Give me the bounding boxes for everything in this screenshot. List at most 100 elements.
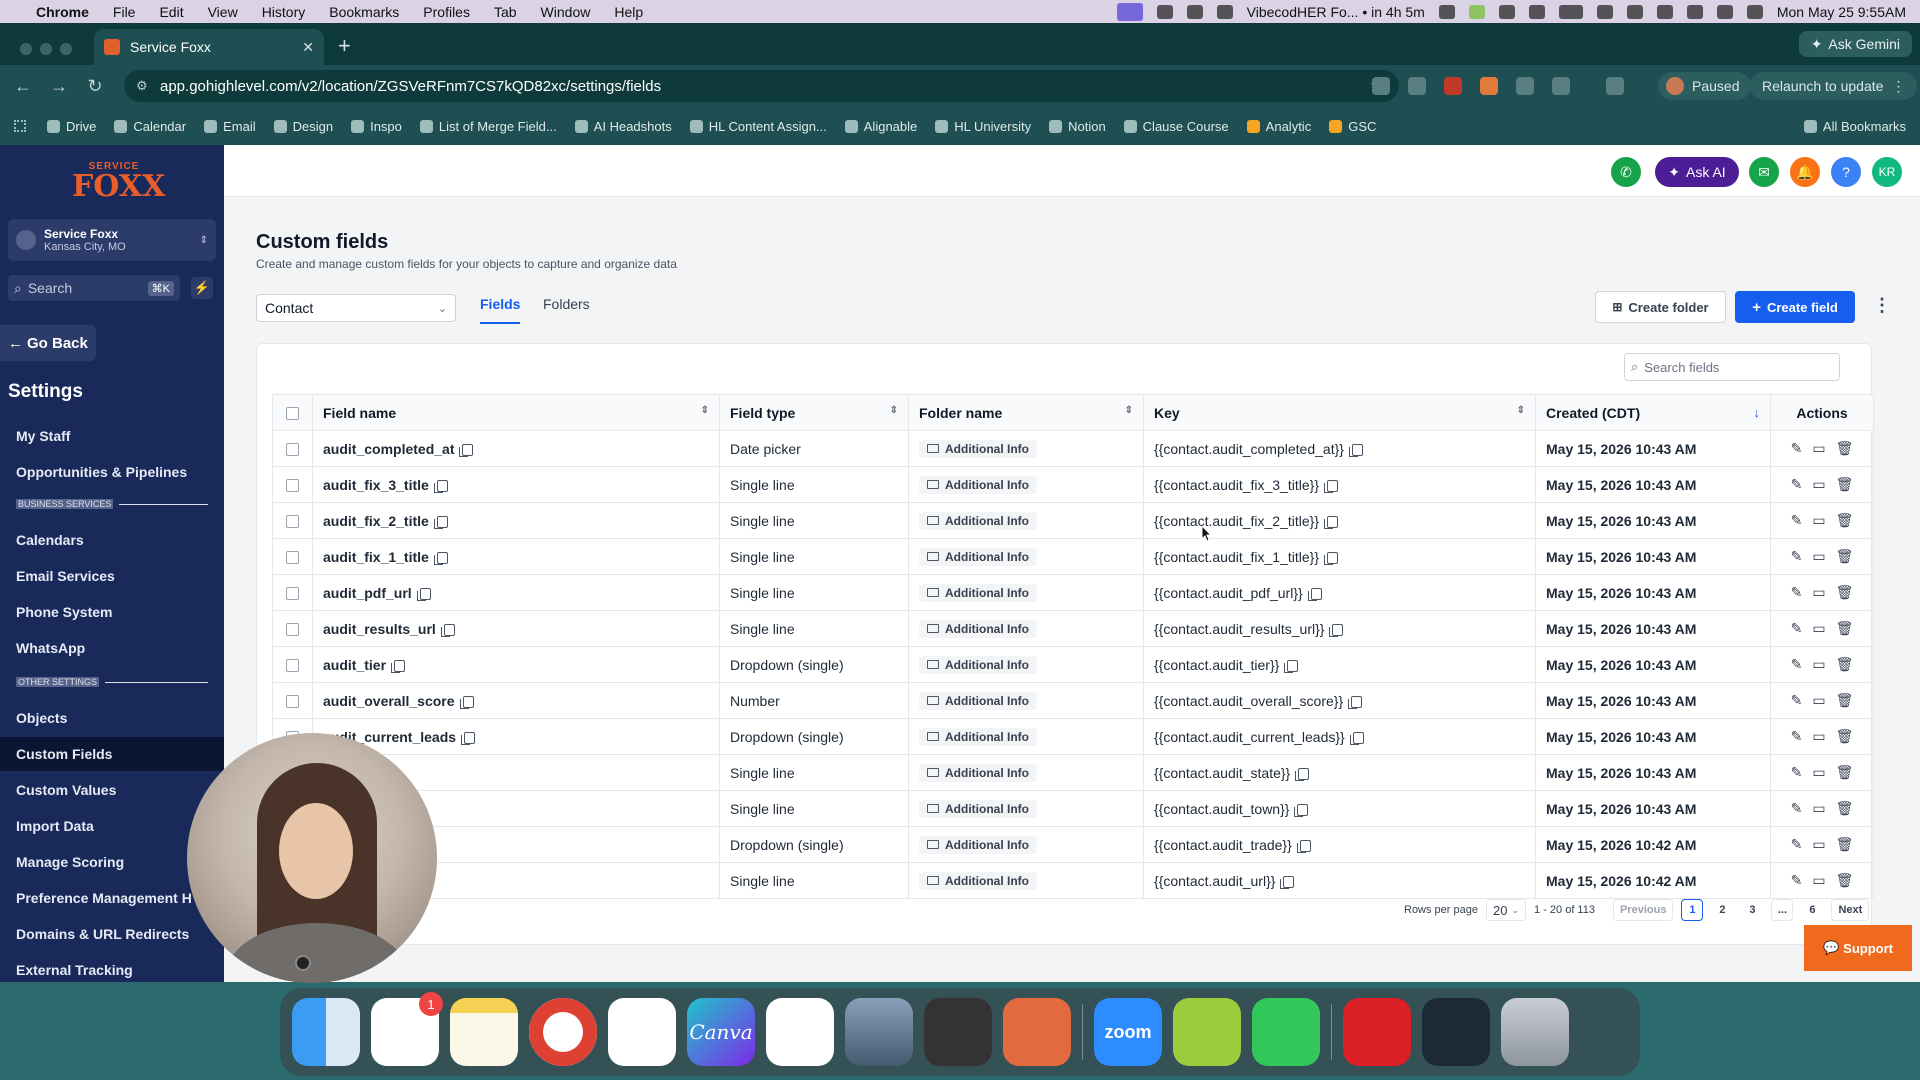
edit-pencil-icon[interactable]: ✎: [1791, 764, 1803, 781]
tray-icon[interactable]: [1528, 4, 1545, 19]
table-row[interactable]: Single line Additional Info {{contact.audi…: [272, 790, 1874, 827]
siri-icon[interactable]: [1746, 4, 1763, 19]
delete-trash-icon[interactable]: 🗑: [1836, 836, 1854, 853]
edit-pencil-icon[interactable]: ✎: [1791, 836, 1803, 853]
folder-badge[interactable]: Additional Info: [919, 511, 1037, 530]
canva-icon[interactable]: Canva: [687, 998, 755, 1066]
move-folder-icon[interactable]: ▭: [1812, 692, 1825, 709]
menu-bookmarks[interactable]: Bookmarks: [317, 4, 411, 20]
folder-badge[interactable]: Additional Info: [919, 583, 1037, 602]
sidebar-search[interactable]: ⌕ Search ⌘K: [8, 275, 180, 301]
edit-pencil-icon[interactable]: ✎: [1791, 800, 1803, 817]
move-folder-icon[interactable]: ▭: [1812, 836, 1825, 853]
sort-icon[interactable]: ⇕: [1517, 405, 1525, 416]
bookmark-hl-university[interactable]: HL University: [926, 119, 1040, 134]
edit-pencil-icon[interactable]: ✎: [1791, 620, 1803, 637]
extension-icon[interactable]: [1372, 77, 1390, 95]
copy-icon[interactable]: [1295, 767, 1310, 781]
copy-icon[interactable]: [1284, 659, 1299, 673]
recent-window-icon[interactable]: [1422, 998, 1490, 1066]
table-row[interactable]: audit_tier Dropdown (single) Additional In…: [272, 646, 1874, 683]
previous-page-button[interactable]: Previous: [1612, 899, 1674, 921]
column-field-name[interactable]: Field name ⇕: [312, 394, 720, 431]
copy-icon[interactable]: [433, 551, 448, 565]
sort-desc-icon[interactable]: ↓: [1754, 405, 1761, 420]
folder-badge[interactable]: Additional Info: [919, 871, 1037, 890]
sidebar-item-email-services[interactable]: Email Services: [0, 559, 224, 593]
announcement-icon[interactable]: ✉: [1749, 157, 1779, 187]
sidebar-item-calendars[interactable]: Calendars: [0, 523, 224, 557]
sync-tray-icon[interactable]: [1216, 4, 1233, 19]
tab-folders[interactable]: Folders: [543, 296, 590, 312]
move-folder-icon[interactable]: ▭: [1812, 440, 1825, 457]
copy-icon[interactable]: [1324, 515, 1339, 529]
bookmark-calendar[interactable]: Calendar: [105, 119, 195, 134]
folder-badge[interactable]: Additional Info: [919, 691, 1037, 710]
extension-icon[interactable]: [1444, 77, 1462, 95]
select-all-checkbox[interactable]: [272, 394, 313, 431]
edit-pencil-icon[interactable]: ✎: [1791, 584, 1803, 601]
move-folder-icon[interactable]: ▭: [1812, 728, 1825, 745]
bookmark-gsc[interactable]: GSC: [1320, 119, 1385, 134]
delete-trash-icon[interactable]: 🗑: [1836, 656, 1854, 673]
menu-window[interactable]: Window: [529, 4, 603, 20]
copy-icon[interactable]: [1296, 839, 1311, 853]
profile-paused-button[interactable]: Paused: [1658, 72, 1752, 100]
bookmark-alignable[interactable]: Alignable: [836, 119, 927, 134]
bookmark-hl-content[interactable]: HL Content Assign...: [681, 119, 836, 134]
menu-help[interactable]: Help: [602, 4, 655, 20]
zoom-tray-icon[interactable]: [1498, 4, 1515, 19]
page-button-3[interactable]: 3: [1741, 899, 1764, 921]
user-tray-icon[interactable]: [1626, 4, 1643, 19]
move-folder-icon[interactable]: ▭: [1812, 620, 1825, 637]
table-row[interactable]: audit_current_leads Dropdown (single) Addi…: [272, 718, 1874, 755]
extensions-puzzle-icon[interactable]: [1552, 77, 1570, 95]
side-panel-icon[interactable]: [1606, 77, 1624, 95]
row-checkbox[interactable]: [272, 682, 313, 719]
edit-pencil-icon[interactable]: ✎: [1791, 440, 1803, 457]
move-folder-icon[interactable]: ▭: [1812, 512, 1825, 529]
menu-view[interactable]: View: [196, 4, 250, 20]
menu-edit[interactable]: Edit: [147, 4, 195, 20]
site-info-icon[interactable]: ⚙: [136, 78, 148, 94]
ask-gemini-button[interactable]: ✦ Ask Gemini: [1798, 31, 1912, 57]
table-row[interactable]: audit_completed_at Date picker Additional …: [272, 430, 1874, 467]
copy-icon[interactable]: [459, 443, 474, 457]
facetime-icon[interactable]: [1252, 998, 1320, 1066]
delete-trash-icon[interactable]: 🗑: [1836, 764, 1854, 781]
extension-icon[interactable]: [1480, 77, 1498, 95]
edit-pencil-icon[interactable]: ✎: [1791, 692, 1803, 709]
page-ellipsis[interactable]: ...: [1771, 899, 1794, 921]
notes-icon[interactable]: [450, 998, 518, 1066]
edit-pencil-icon[interactable]: ✎: [1791, 548, 1803, 565]
copy-icon[interactable]: [1348, 695, 1363, 709]
menubar-clock[interactable]: Mon May 25 9:55AM: [1777, 4, 1906, 20]
chrome-icon[interactable]: [529, 998, 597, 1066]
create-folder-button[interactable]: ⊞ Create folder: [1595, 291, 1726, 323]
table-row[interactable]: audit_fix_2_title Single line Additional I…: [272, 502, 1874, 539]
folder-badge[interactable]: Additional Info: [919, 799, 1037, 818]
notification-bell-icon[interactable]: 🔔: [1790, 157, 1820, 187]
delete-trash-icon[interactable]: 🗑: [1836, 692, 1854, 709]
screen-share-icon[interactable]: [1116, 2, 1143, 21]
user-avatar[interactable]: KR: [1872, 157, 1902, 187]
sidebar-item-my-staff[interactable]: My Staff: [0, 419, 224, 453]
search-fields-input[interactable]: ⌕ Search fields: [1624, 353, 1840, 381]
delete-trash-icon[interactable]: 🗑: [1836, 620, 1854, 637]
menu-tab[interactable]: Tab: [482, 4, 529, 20]
window-close-button[interactable]: [20, 43, 32, 55]
bookmark-design[interactable]: Design: [265, 119, 342, 134]
copy-icon[interactable]: [1294, 803, 1309, 817]
row-checkbox[interactable]: [272, 502, 313, 539]
page-button-6[interactable]: 6: [1801, 899, 1824, 921]
finder-icon[interactable]: [292, 998, 360, 1066]
table-row[interactable]: audit_fix_3_title Single line Additional I…: [272, 466, 1874, 503]
tab-fields[interactable]: Fields: [480, 296, 521, 324]
edit-pencil-icon[interactable]: ✎: [1791, 656, 1803, 673]
help-icon[interactable]: ?: [1831, 157, 1861, 187]
all-bookmarks[interactable]: All Bookmarks: [1803, 119, 1920, 134]
delete-trash-icon[interactable]: 🗑: [1836, 476, 1854, 493]
quick-action-bolt-icon[interactable]: ⚡: [191, 277, 213, 299]
menu-history[interactable]: History: [250, 4, 318, 20]
column-created[interactable]: Created (CDT) ↓: [1535, 394, 1771, 431]
